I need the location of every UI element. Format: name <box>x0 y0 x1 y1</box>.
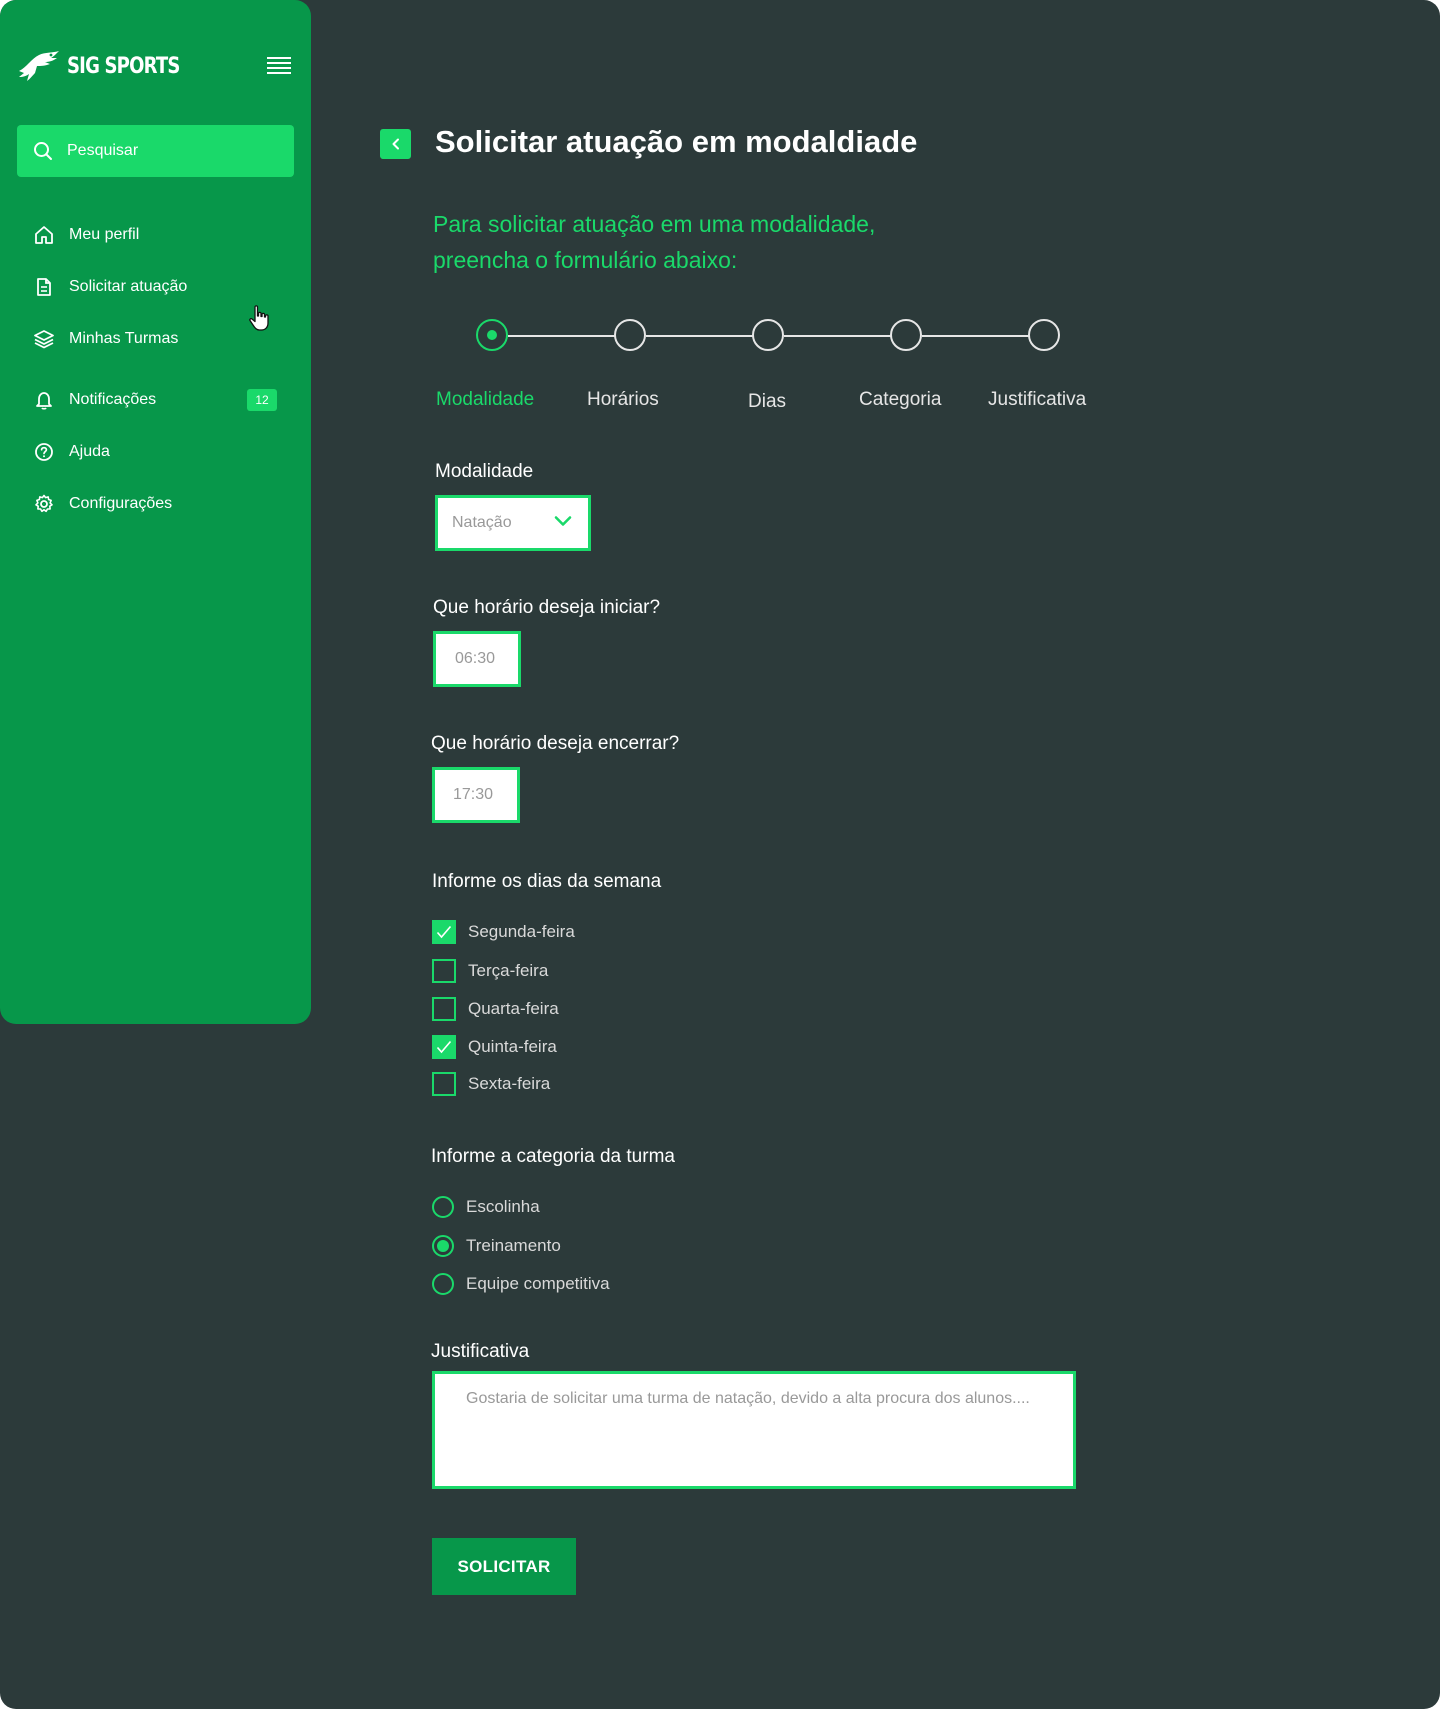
subtitle-line: preencha o formulário abaixo: <box>433 247 738 273</box>
chevron-left-icon <box>392 138 399 150</box>
home-icon <box>33 224 55 246</box>
menu-line <box>267 57 291 59</box>
menu-line <box>267 67 291 69</box>
eagle-logo-icon <box>19 51 59 81</box>
modalidade-label: Modalidade <box>435 461 534 482</box>
pointer-cursor-icon <box>249 305 269 331</box>
logo: SIG SPORTS <box>17 49 204 83</box>
days-label: Informe os dias da semana <box>432 871 662 892</box>
menu-line <box>267 62 291 64</box>
step-categoria[interactable] <box>890 319 922 351</box>
brand-name: SIG SPORTS <box>67 53 180 79</box>
sidebar-item-label: Meu perfil <box>69 226 140 243</box>
justification-placeholder: Gostaria de solicitar uma turma de nataç… <box>466 1390 1030 1407</box>
category-radio-treinamento[interactable]: Treinamento <box>432 1235 561 1257</box>
sidebar-item-label: Minhas Turmas <box>69 330 179 347</box>
menu-line <box>267 72 291 74</box>
hamburger-menu-button[interactable] <box>267 57 291 75</box>
stepper-connector <box>508 335 616 337</box>
submit-button[interactable]: SOLICITAR <box>432 1538 576 1595</box>
stepper-connector <box>922 335 1029 337</box>
back-button[interactable] <box>380 129 411 159</box>
day-checkbox-terca[interactable]: Terça-feira <box>432 959 548 983</box>
checkbox-checked[interactable] <box>432 920 456 944</box>
sidebar-item-label: Ajuda <box>69 443 110 460</box>
document-icon <box>33 276 55 298</box>
subtitle-line: Para solicitar atuação em uma modalidade… <box>433 211 876 237</box>
category-radio-equipe-competitiva[interactable]: Equipe competitiva <box>432 1273 610 1295</box>
radio-checked[interactable] <box>432 1235 454 1257</box>
end-time-input[interactable]: 17:30 <box>432 767 520 823</box>
step-label-modalidade[interactable]: Modalidade <box>436 389 534 411</box>
day-label: Quarta-feira <box>468 999 559 1018</box>
page-title: Solicitar atuação em modaldiade <box>435 124 918 159</box>
chevron-down-icon <box>554 516 572 526</box>
day-label: Sexta-feira <box>468 1074 551 1093</box>
help-icon <box>33 441 55 463</box>
sidebar-item-label: Solicitar atuação <box>69 278 188 295</box>
step-label-justificativa[interactable]: Justificativa <box>988 389 1086 411</box>
page-subtitle: Para solicitar atuação em uma modalidade… <box>433 206 993 278</box>
checkbox-unchecked[interactable] <box>432 1072 456 1096</box>
sidebar-item-label: Configurações <box>69 495 173 512</box>
step-modalidade[interactable] <box>476 319 508 351</box>
radio-unchecked[interactable] <box>432 1196 454 1218</box>
search-button[interactable]: Pesquisar <box>17 125 294 177</box>
justification-textarea[interactable]: Gostaria de solicitar uma turma de nataç… <box>432 1371 1076 1489</box>
checkmark-icon <box>436 1040 452 1054</box>
sidebar-item-solicitar-atuacao[interactable]: Solicitar atuação <box>33 272 283 302</box>
search-icon <box>34 142 52 160</box>
sidebar-item-minhas-turmas[interactable]: Minhas Turmas <box>33 324 283 354</box>
start-time-label: Que horário deseja iniciar? <box>433 597 661 618</box>
justification-label: Justificativa <box>431 1341 530 1362</box>
sidebar-item-configuracoes[interactable]: Configurações <box>33 489 283 519</box>
sidebar-item-meu-perfil[interactable]: Meu perfil <box>33 220 283 250</box>
step-justificativa[interactable] <box>1028 319 1060 351</box>
modalidade-select[interactable]: Natação <box>435 495 591 551</box>
day-label: Terça-feira <box>468 961 549 980</box>
step-dias[interactable] <box>752 319 784 351</box>
bell-icon <box>33 389 55 411</box>
notification-count-badge: 12 <box>247 389 277 411</box>
sidebar-item-ajuda[interactable]: Ajuda <box>33 437 283 467</box>
day-checkbox-segunda[interactable]: Segunda-feira <box>432 920 575 944</box>
day-checkbox-quarta[interactable]: Quarta-feira <box>432 997 559 1021</box>
day-label: Segunda-feira <box>468 922 575 941</box>
checkmark-icon <box>436 925 452 939</box>
end-time-label: Que horário deseja encerrar? <box>431 733 680 754</box>
app-frame: SIG SPORTS Pesquisar Meu perfil Solicita… <box>0 0 1440 1709</box>
layers-icon <box>33 328 55 350</box>
stepper-connector <box>784 335 892 337</box>
checkbox-unchecked[interactable] <box>432 997 456 1021</box>
step-horarios[interactable] <box>614 319 646 351</box>
category-option-label: Equipe competitiva <box>466 1274 610 1293</box>
category-option-label: Escolinha <box>466 1197 540 1216</box>
step-label-horarios[interactable]: Horários <box>587 389 659 411</box>
day-checkbox-sexta[interactable]: Sexta-feira <box>432 1072 550 1096</box>
stepper-connector <box>646 335 754 337</box>
day-checkbox-quinta[interactable]: Quinta-feira <box>432 1035 557 1059</box>
gear-icon <box>33 493 55 515</box>
modalidade-selected-value: Natação <box>452 514 512 531</box>
step-label-categoria[interactable]: Categoria <box>859 389 941 411</box>
sidebar: SIG SPORTS Pesquisar Meu perfil Solicita… <box>0 0 311 1024</box>
category-option-label: Treinamento <box>466 1236 561 1255</box>
end-time-value: 17:30 <box>453 786 494 803</box>
sidebar-item-notificacoes[interactable]: Notificações 12 <box>33 385 283 415</box>
category-label: Informe a categoria da turma <box>431 1146 675 1167</box>
step-label-dias[interactable]: Dias <box>748 391 786 413</box>
checkbox-checked[interactable] <box>432 1035 456 1059</box>
day-label: Quinta-feira <box>468 1037 557 1056</box>
start-time-input[interactable]: 06:30 <box>433 631 521 687</box>
search-label: Pesquisar <box>67 142 139 159</box>
checkbox-unchecked[interactable] <box>432 959 456 983</box>
sidebar-item-label: Notificações <box>69 391 157 408</box>
category-radio-escolinha[interactable]: Escolinha <box>432 1196 540 1218</box>
start-time-value: 06:30 <box>455 650 496 667</box>
radio-unchecked[interactable] <box>432 1273 454 1295</box>
